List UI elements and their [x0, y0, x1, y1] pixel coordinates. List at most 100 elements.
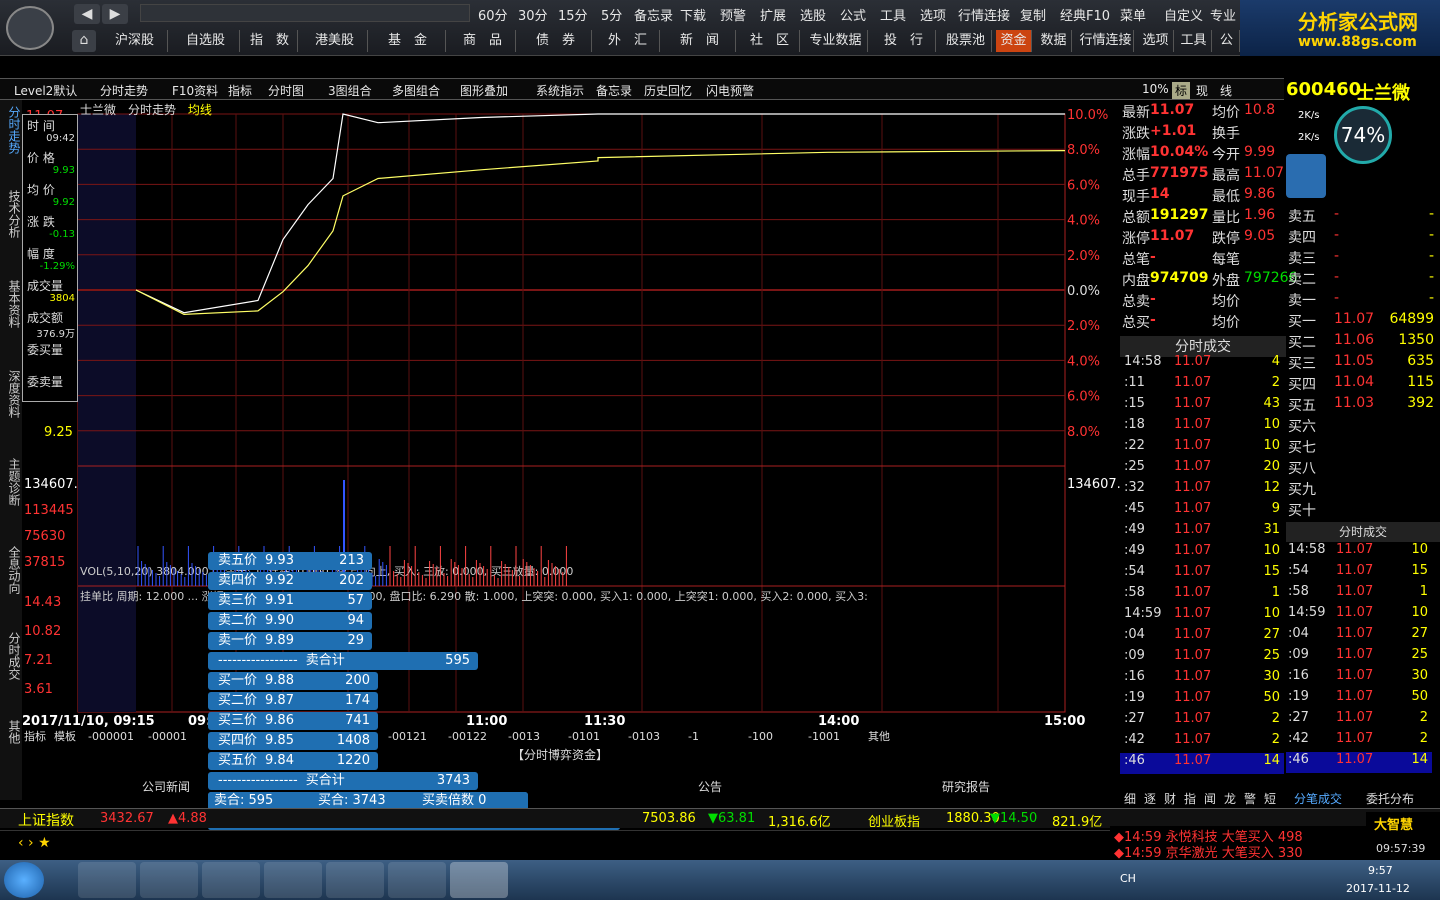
app-icon-4[interactable]: [388, 862, 446, 898]
market-tab-7[interactable]: 外 汇: [596, 30, 660, 52]
trade-qty-mid-13: 27: [1263, 627, 1280, 642]
menu-6[interactable]: 预警: [720, 5, 746, 24]
market-tab-15[interactable]: 行情连接: [1078, 30, 1134, 52]
stock-app-icon[interactable]: [450, 862, 508, 898]
left-nav-0[interactable]: 分时走势: [2, 106, 21, 154]
right-tab-1[interactable]: 委托分布: [1366, 790, 1414, 807]
market-tab-4[interactable]: 基 金: [370, 30, 446, 52]
toolbar-btn-0[interactable]: Level2默认: [14, 82, 77, 99]
brand-small-logo: 大智慧: [1374, 818, 1414, 833]
toolbar-btn-10[interactable]: 历史回忆: [644, 82, 692, 99]
mid-tab-5[interactable]: 龙: [1224, 790, 1236, 807]
menu-11[interactable]: 选项: [920, 5, 946, 24]
market-tab-17[interactable]: 工具: [1176, 30, 1212, 52]
toolbar-btn-8[interactable]: 系统指示: [536, 82, 584, 99]
view-toggle-0[interactable]: 10%: [1142, 82, 1169, 96]
menu-10[interactable]: 工具: [880, 5, 906, 24]
menu-12[interactable]: 行情连接: [958, 5, 1010, 24]
market-tab-5[interactable]: 商 品: [450, 30, 516, 52]
alert-1[interactable]: ◆14:59 京华激光 大笔买入 330: [1114, 842, 1303, 861]
mid-tab-0[interactable]: 细: [1124, 790, 1136, 807]
left-nav-3[interactable]: 深度资料: [2, 370, 21, 418]
orderbook-row-7: 买三 11.05 635: [1288, 353, 1438, 374]
menu-5[interactable]: 下载: [680, 5, 706, 24]
quote-label-a-5: 总额: [1122, 210, 1150, 226]
left-nav-4[interactable]: 主题诊断: [2, 458, 21, 506]
toolbar-btn-3[interactable]: 指标: [228, 82, 252, 99]
lang-indicator[interactable]: CH: [1120, 872, 1136, 885]
quote-label-a-0: 最新: [1122, 105, 1150, 121]
toolbar-btn-1[interactable]: 分时走势: [100, 82, 148, 99]
command-input[interactable]: [140, 4, 470, 22]
trade-price-mid-1: 11.07: [1174, 375, 1212, 390]
trade-row-right-1: :54 11.07 15: [1286, 563, 1432, 584]
menu-2[interactable]: 15分: [558, 5, 588, 24]
menu-13[interactable]: 复制: [1020, 5, 1046, 24]
toolbar-btn-5[interactable]: 3图组合: [328, 82, 372, 99]
trade-time-right-1: :54: [1288, 563, 1309, 578]
menu-8[interactable]: 选股: [800, 5, 826, 24]
start-button[interactable]: [4, 862, 44, 898]
nav-star-icon[interactable]: ‹ › ★: [18, 835, 51, 851]
toolbar-btn-7[interactable]: 图形叠加: [460, 82, 508, 99]
market-tab-14[interactable]: 数据: [1036, 30, 1072, 52]
menu-4[interactable]: 备忘录: [634, 5, 673, 24]
view-toggle-2[interactable]: 现: [1196, 82, 1208, 99]
mid-tab-4[interactable]: 闻: [1204, 790, 1216, 807]
menu-1[interactable]: 30分: [518, 5, 548, 24]
right-tab-0[interactable]: 分笔成交: [1294, 790, 1342, 807]
mid-tab-6[interactable]: 警: [1244, 790, 1256, 807]
mid-tab-7[interactable]: 短: [1264, 790, 1276, 807]
toolbar-btn-6[interactable]: 多图组合: [392, 82, 440, 99]
menu-17[interactable]: 专业: [1210, 5, 1236, 24]
popup-qty-4: 29: [347, 633, 364, 648]
news-tab-1: 公告: [698, 780, 722, 794]
mid-tab-2[interactable]: 财: [1164, 790, 1176, 807]
back-icon[interactable]: ◀: [74, 4, 100, 24]
view-toggle-1[interactable]: 标: [1172, 82, 1191, 99]
market-tab-8[interactable]: 新 闻: [664, 30, 736, 52]
left-nav-5[interactable]: 全息动向: [2, 546, 21, 594]
ticker-item-2: ▼63.81: [708, 811, 756, 826]
market-tab-1[interactable]: 自选股: [172, 30, 240, 52]
trade-price-right-6: 11.07: [1336, 668, 1374, 683]
market-tab-10[interactable]: 专业数据: [804, 30, 868, 52]
left-nav-1[interactable]: 技术分析: [2, 190, 21, 238]
left-nav-2[interactable]: 基本资料: [2, 280, 21, 328]
home-icon[interactable]: ⌂: [72, 30, 96, 52]
market-tab-11[interactable]: 投 行: [872, 30, 936, 52]
intraday-chart[interactable]: 10.0% 8.0% 6.0% 4.0% 2.0% 0.0% 2.0% 4.0% 6.0% 8.0…: [22, 100, 1120, 800]
left-nav-7[interactable]: 其他: [2, 720, 21, 744]
toolbar-btn-11[interactable]: 闪电预警: [706, 82, 754, 99]
menu-9[interactable]: 公式: [840, 5, 866, 24]
market-tab-0[interactable]: 沪深股: [102, 30, 168, 52]
mid-tab-3[interactable]: 指: [1184, 790, 1196, 807]
market-tab-9[interactable]: 社 区: [740, 30, 800, 52]
market-tab-3[interactable]: 港美股: [302, 30, 368, 52]
app-icon-3[interactable]: [326, 862, 384, 898]
menu-15[interactable]: 菜单: [1120, 5, 1146, 24]
toolbar-btn-2[interactable]: F10资料: [172, 82, 218, 99]
market-tab-13[interactable]: 资金: [996, 30, 1032, 52]
forward-icon[interactable]: ▶: [102, 4, 128, 24]
float-widget-icon[interactable]: [1286, 154, 1326, 198]
left-nav-6[interactable]: 分时成交: [2, 632, 21, 680]
app-icon-1[interactable]: [140, 862, 198, 898]
menu-16[interactable]: 自定义: [1164, 5, 1203, 24]
app-icon-2[interactable]: [264, 862, 322, 898]
market-tab-12[interactable]: 股票池: [940, 30, 992, 52]
market-tab-16[interactable]: 选项: [1138, 30, 1174, 52]
menu-14[interactable]: 经典F10: [1060, 5, 1110, 24]
market-tab-18[interactable]: 公: [1214, 30, 1240, 52]
toolbar-btn-9[interactable]: 备忘录: [596, 82, 632, 99]
explorer-icon[interactable]: [78, 862, 136, 898]
mid-tab-1[interactable]: 逐: [1144, 790, 1156, 807]
menu-7[interactable]: 扩展: [760, 5, 786, 24]
market-tab-2[interactable]: 指 数: [242, 30, 298, 52]
view-toggle-3[interactable]: 线: [1220, 82, 1232, 99]
ie-icon[interactable]: [202, 862, 260, 898]
menu-3[interactable]: 5分: [601, 5, 622, 24]
market-tab-6[interactable]: 债 券: [520, 30, 592, 52]
menu-0[interactable]: 60分: [478, 5, 508, 24]
toolbar-btn-4[interactable]: 分时图: [268, 82, 304, 99]
